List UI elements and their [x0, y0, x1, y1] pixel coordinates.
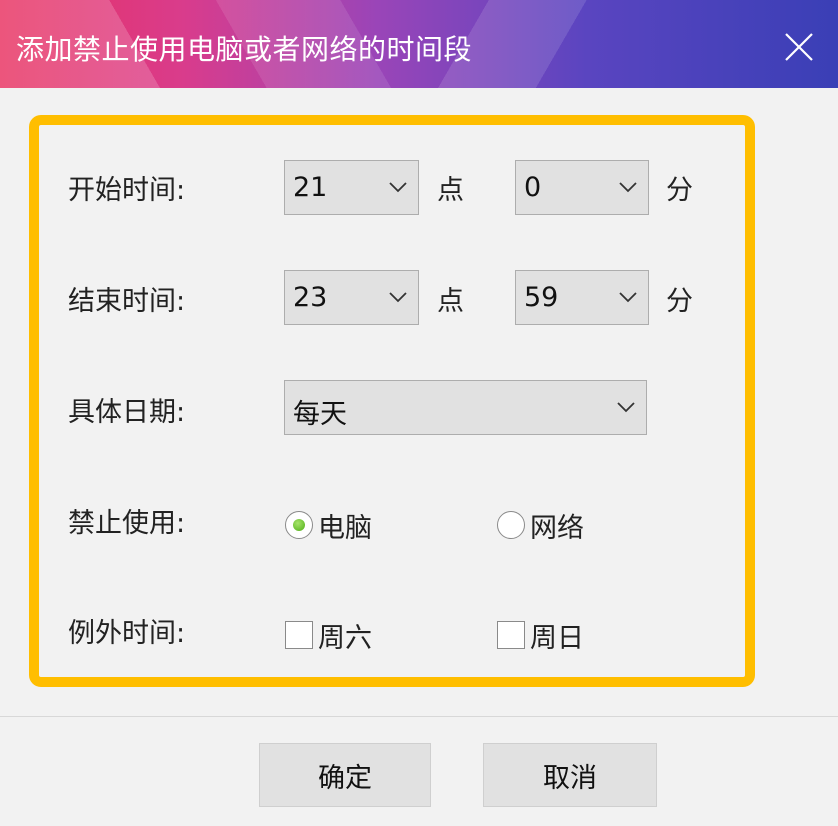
chevron-down-icon [389, 182, 407, 193]
start-minute-select[interactable]: 0 [515, 160, 649, 215]
title-bar: 添加禁止使用电脑或者网络的时间段 [0, 0, 838, 88]
end-hour-select[interactable]: 23 [284, 270, 419, 325]
radio-selected-dot [293, 519, 305, 531]
window-title: 添加禁止使用电脑或者网络的时间段 [16, 33, 473, 66]
date-value: 每天 [293, 399, 347, 430]
checkbox-saturday[interactable] [285, 621, 313, 649]
radio-computer[interactable] [285, 511, 313, 539]
dialog-window: 添加禁止使用电脑或者网络的时间段 开始时间: 21 点 0 分 结束时间: 23… [0, 0, 838, 826]
checkbox-sunday-label[interactable]: 周日 [530, 616, 584, 655]
start-minute-unit: 分 [666, 175, 693, 206]
checkbox-saturday-label[interactable]: 周六 [318, 616, 372, 655]
end-minute-unit: 分 [666, 286, 693, 317]
radio-computer-label[interactable]: 电脑 [318, 506, 372, 545]
end-minute-select[interactable]: 59 [515, 270, 649, 325]
date-select[interactable]: 每天 [284, 380, 647, 435]
chevron-down-icon [617, 402, 635, 413]
close-button[interactable] [782, 30, 816, 64]
close-icon [785, 33, 813, 61]
block-label: 禁止使用: [68, 508, 186, 539]
chevron-down-icon [619, 182, 637, 193]
start-minute-value: 0 [524, 172, 542, 203]
chevron-down-icon [619, 292, 637, 303]
end-hour-unit: 点 [437, 286, 464, 317]
chevron-down-icon [389, 292, 407, 303]
start-hour-value: 21 [293, 172, 328, 203]
ok-button[interactable]: 确定 [259, 743, 431, 807]
date-label: 具体日期: [68, 397, 186, 428]
radio-network[interactable] [497, 511, 525, 539]
dialog-footer: 确定 取消 [0, 716, 838, 826]
cancel-button[interactable]: 取消 [483, 743, 657, 807]
start-time-label: 开始时间: [68, 175, 186, 206]
start-hour-select[interactable]: 21 [284, 160, 419, 215]
radio-network-label[interactable]: 网络 [530, 506, 584, 545]
exception-label: 例外时间: [68, 618, 186, 649]
end-hour-value: 23 [293, 282, 328, 313]
end-time-label: 结束时间: [68, 286, 186, 317]
end-minute-value: 59 [524, 282, 559, 313]
checkbox-sunday[interactable] [497, 621, 525, 649]
start-hour-unit: 点 [437, 175, 464, 206]
